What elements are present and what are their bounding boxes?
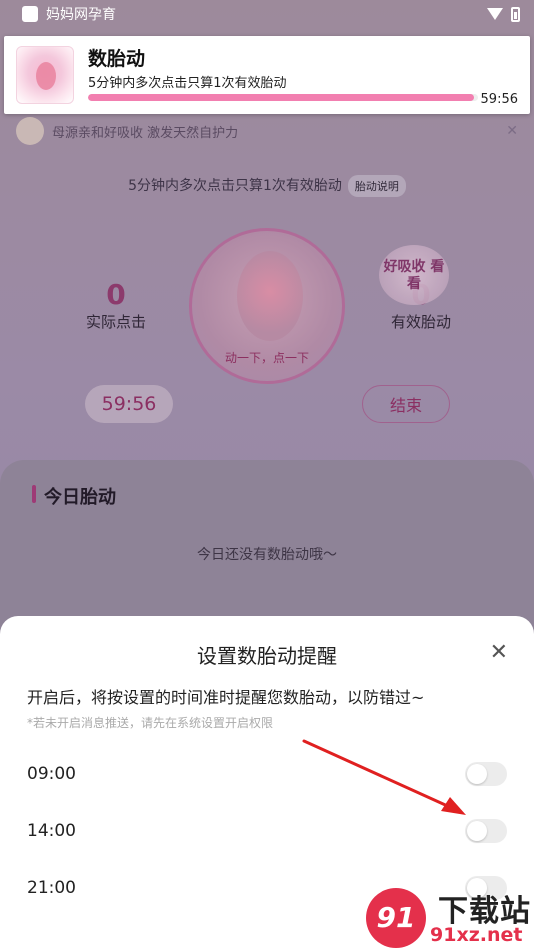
actual-clicks: 0 实际点击 (84, 278, 148, 332)
battery-icon (511, 6, 520, 22)
sheet-note: *若未开启消息推送，请先在系统设置开启权限 (27, 716, 274, 730)
actual-clicks-label: 实际点击 (85, 313, 146, 331)
today-empty-text: 今日还没有数胎动哦～ (197, 547, 337, 563)
reminder-time: 21:00 (27, 878, 76, 898)
app-notification-icon (22, 6, 38, 22)
reminder-toggle[interactable] (465, 819, 507, 843)
notification-title: 数胎动 (88, 48, 146, 70)
notification-subtitle: 5分钟内多次点击只算1次有效胎动 (88, 76, 287, 91)
status-bar: 妈妈网孕育 (0, 0, 534, 28)
tap-circle-label: 动一下，点一下 (224, 351, 309, 365)
reminder-toggle[interactable] (465, 762, 507, 786)
section-marker (32, 485, 36, 503)
today-title: 今日胎动 (44, 487, 116, 508)
notification-time: 59:56 (480, 92, 518, 107)
tap-circle-button[interactable]: 动一下，点一下 (189, 228, 345, 384)
ad-strip[interactable]: 母源亲和好吸收 激发天然自护力 ✕ (16, 116, 518, 146)
notification-card[interactable]: 数胎动 5分钟内多次点击只算1次有效胎动 59:56 (4, 36, 530, 114)
fetus-icon (237, 251, 303, 341)
effective-moves-label: 有效胎动 (390, 313, 451, 331)
ad-text: 母源亲和好吸收 激发天然自护力 (52, 125, 239, 141)
reminder-row: 09:00 (27, 759, 507, 789)
promo-bubble[interactable]: 好吸收 看看 (379, 245, 449, 305)
reminder-time: 09:00 (27, 764, 76, 784)
count-hint: 5分钟内多次点击只算1次有效胎动 胎动说明 (0, 175, 534, 197)
count-hint-text: 5分钟内多次点击只算1次有效胎动 (128, 178, 342, 194)
end-button[interactable]: 结束 (362, 385, 450, 423)
watermark: 91 下载站 91xz.net (366, 884, 534, 950)
watermark-logo: 91 (366, 888, 426, 948)
ad-avatar (16, 117, 44, 145)
sheet-description: 开启后，将按设置的时间准时提醒您数胎动，以防错过~ (27, 688, 425, 707)
close-icon[interactable]: ✕ (490, 642, 508, 664)
actual-clicks-value: 0 (106, 278, 126, 311)
status-app-name: 妈妈网孕育 (46, 7, 116, 23)
wifi-icon (487, 8, 503, 20)
reminder-row: 14:00 (27, 816, 507, 846)
count-timer: 59:56 (85, 385, 173, 423)
progress-fill (88, 94, 475, 101)
sheet-title: 设置数胎动提醒 (197, 644, 337, 668)
close-icon[interactable]: ✕ (506, 123, 518, 139)
fetus-thumbnail (16, 46, 74, 104)
watermark-url: 91xz.net (430, 924, 523, 946)
movement-explain-button[interactable]: 胎动说明 (347, 175, 406, 197)
reminder-time: 14:00 (27, 821, 76, 841)
notification-progress (88, 94, 478, 101)
